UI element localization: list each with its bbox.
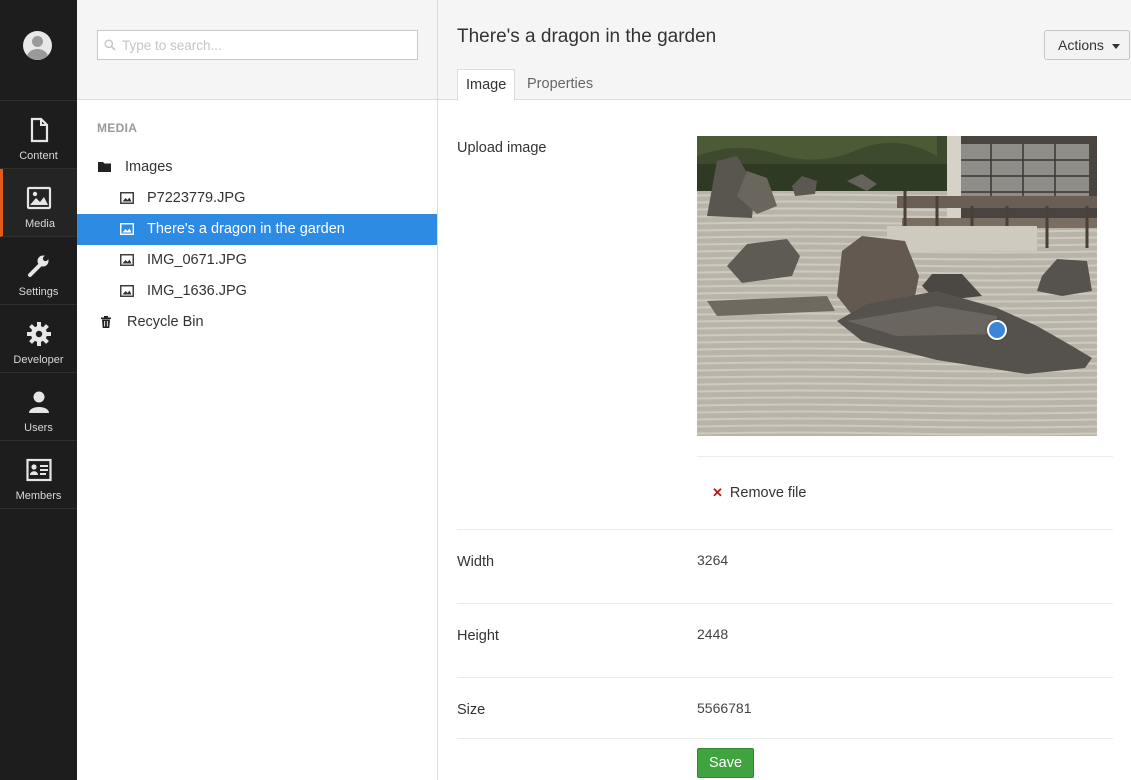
nav-item-members[interactable]: Members [0,441,77,509]
tree-item-p7223779[interactable]: P7223779.JPG [77,183,437,214]
tab-image[interactable]: Image [457,69,516,101]
wrench-icon [27,255,48,277]
tree-item-img-0671[interactable]: IMG_0671.JPG [77,245,437,276]
remove-file-button[interactable]: ✕ Remove file [712,485,806,501]
gear-icon [26,322,51,346]
nav-item-label: Users [24,422,53,434]
id-card-icon [25,458,52,482]
actions-button-label: Actions [1058,37,1104,53]
size-label: Size [457,702,486,718]
tree-item-label: P7223779.JPG [147,190,246,206]
search-box[interactable] [97,30,418,60]
nav-item-label: Media [25,218,55,230]
tree-item-recycle-bin[interactable]: Recycle Bin [77,307,437,338]
tab-label: Properties [527,76,594,92]
tab-properties[interactable]: Properties [519,69,601,101]
tree-item-label: Recycle Bin [127,314,204,330]
tree-item-dragon-garden[interactable]: There's a dragon in the garden [77,214,437,245]
document-icon [30,117,48,143]
nav-item-label: Developer [13,354,64,366]
upload-image-label: Upload image [457,140,547,156]
nav-item-users[interactable]: Users [0,373,77,441]
caret-down-icon [1111,43,1120,49]
image-file-icon [120,223,134,235]
tree-item-label: IMG_1636.JPG [147,283,247,299]
media-tree-panel: MEDIA Images P7223779.JPG There's a drag… [77,0,438,780]
nav-item-label: Content [19,150,58,162]
height-value: 2448 [697,626,729,642]
height-label: Height [457,628,499,644]
image-file-icon [120,192,134,204]
remove-file-label: Remove file [729,485,807,501]
trash-icon [101,316,111,328]
tree-section-title: MEDIA [97,121,138,135]
avatar[interactable] [23,31,52,60]
divider [457,603,1113,604]
user-avatar-area [0,0,77,101]
divider [457,529,1113,530]
tree-item-label: There's a dragon in the garden [147,221,345,237]
folder-icon [98,162,111,172]
size-value: 5566781 [697,700,752,716]
search-icon [104,39,116,51]
nav-item-developer[interactable]: Developer [0,305,77,373]
editor-header: There's a dragon in the garden Actions I… [438,0,1131,101]
image-file-icon [120,254,134,266]
width-label: Width [457,554,495,570]
tab-label: Image [466,77,507,93]
width-value: 3264 [697,552,729,568]
tree-item-label: IMG_0671.JPG [147,252,247,268]
nav-item-label: Members [15,490,62,502]
nav-item-settings[interactable]: Settings [0,237,77,305]
tree-item-images-folder[interactable]: Images [77,152,437,183]
tree-item-img-1636[interactable]: IMG_1636.JPG [77,276,437,307]
page-title[interactable]: There's a dragon in the garden [457,26,716,48]
actions-button[interactable]: Actions [1044,30,1130,60]
nav-item-label: Settings [18,286,59,298]
main-navigation: Content Media Settings Developer Users M… [0,0,77,780]
tree-item-label: Images [125,159,173,175]
focal-point-handle[interactable] [987,320,1007,340]
nav-item-content[interactable]: Content [0,101,77,169]
media-editor: There's a dragon in the garden Actions I… [438,0,1131,780]
divider [697,456,1113,457]
divider [457,738,1113,739]
image-file-icon [120,285,134,297]
uploaded-image-preview[interactable] [697,136,1097,436]
nav-item-media[interactable]: Media [0,169,77,237]
search-input[interactable] [122,33,412,57]
tree-header [77,0,437,100]
divider [457,677,1113,678]
close-icon: ✕ [712,485,723,500]
image-icon [26,186,52,210]
save-button[interactable]: Save [697,748,754,778]
user-icon [28,391,49,413]
